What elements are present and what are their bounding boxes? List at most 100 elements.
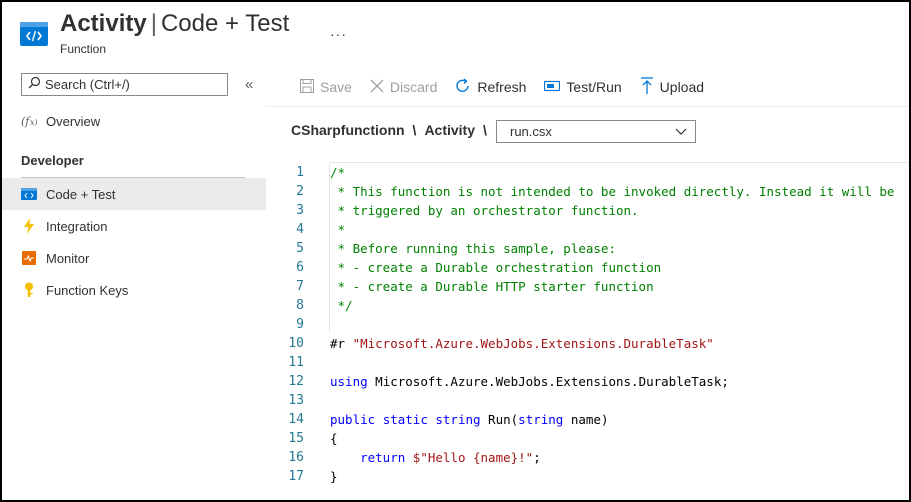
code-text: { (330, 431, 338, 446)
page-title-main: Activity (60, 10, 147, 37)
code-line[interactable]: 12 using Microsoft.Azure.WebJobs.Extensio… (266, 372, 911, 391)
line-number: 17 (288, 469, 304, 484)
code-text: return $"Hello {name}!"; (360, 450, 541, 465)
sidebar-item-label: Function Keys (46, 282, 129, 298)
upload-icon (640, 76, 660, 98)
breadcrumb-separator: \ (412, 122, 417, 138)
sidebar-item-integration[interactable]: Integration (0, 210, 266, 242)
code-line[interactable]: 5 * Before running this sample, please: (266, 239, 911, 258)
collapse-sidebar-button[interactable]: « (245, 76, 253, 93)
test-run-button[interactable]: Test/Run (544, 79, 622, 95)
code-text: #r "Microsoft.Azure.WebJobs.Extensions.D… (330, 336, 714, 351)
function-app-icon (20, 22, 48, 46)
code-line[interactable]: 15 { (266, 429, 911, 448)
code-line[interactable]: 10 #r "Microsoft.Azure.WebJobs.Extensions… (266, 334, 911, 353)
code-line[interactable]: 6 * - create a Durable orchestration fun… (266, 258, 911, 277)
chevron-down-icon (675, 124, 695, 139)
lightning-icon (21, 218, 37, 234)
breadcrumb: CSharpfunctionn \ Activity \ (291, 122, 495, 138)
line-number: 8 (296, 298, 304, 313)
line-number: 4 (296, 222, 304, 237)
code-text: public static string Run(string name) (330, 412, 609, 427)
line-number: 10 (288, 336, 304, 351)
line-number: 9 (296, 317, 304, 332)
code-text: * - create a Durable HTTP starter functi… (330, 279, 654, 294)
code-text: /* (330, 165, 346, 180)
refresh-button[interactable]: Refresh (455, 77, 527, 97)
line-number: 13 (288, 393, 304, 408)
code-text: * Before running this sample, please: (330, 241, 616, 256)
line-number: 14 (288, 412, 304, 427)
more-options-button[interactable]: ··· (330, 26, 347, 42)
line-number: 16 (288, 450, 304, 465)
discard-button[interactable]: Discard (370, 79, 437, 96)
file-dropdown[interactable]: run.csx (496, 120, 696, 143)
line-number: 7 (296, 279, 304, 294)
close-icon (370, 79, 390, 96)
discard-label: Discard (389, 79, 438, 95)
line-number: 6 (296, 260, 304, 275)
code-text: */ (330, 298, 353, 313)
line-number: 3 (296, 203, 304, 218)
upload-label: Upload (659, 79, 705, 95)
code-line[interactable]: 11 (266, 353, 911, 372)
line-number: 12 (288, 374, 304, 389)
toolbar-divider (266, 106, 911, 107)
code-line[interactable]: 13 (266, 391, 911, 410)
code-icon (21, 186, 37, 202)
code-line[interactable]: 14 public static string Run(string name) (266, 410, 911, 429)
file-dropdown-value: run.csx (510, 124, 552, 139)
breadcrumb-function[interactable]: Activity (424, 122, 475, 138)
search-icon (22, 76, 41, 94)
test-run-icon (544, 79, 566, 95)
page-title: Activity | Code + Test (60, 10, 289, 38)
code-line[interactable]: 1 /* (266, 163, 911, 182)
line-number: 2 (296, 184, 304, 199)
code-text: * (330, 222, 346, 237)
sidebar-item-label: Monitor (46, 250, 90, 266)
save-icon (300, 78, 320, 96)
code-text: * This function is not intended to be in… (330, 184, 895, 199)
refresh-icon (455, 77, 477, 97)
line-number: 5 (296, 241, 304, 256)
page-title-sub: Code + Test (160, 10, 290, 37)
function-overview-icon: (f x) (21, 113, 37, 129)
key-icon (21, 282, 37, 298)
upload-button[interactable]: Upload (640, 76, 705, 98)
breadcrumb-separator: \ (483, 122, 487, 138)
code-line[interactable]: 9 (266, 315, 911, 334)
code-text: * triggered by an orchestrator function. (330, 203, 639, 218)
sidebar-item-label: Code + Test (46, 186, 116, 202)
line-number: 15 (288, 431, 304, 446)
sidebar-item-function-keys[interactable]: Function Keys (0, 274, 266, 306)
code-line[interactable]: 3 * triggered by an orchestrator functio… (266, 201, 911, 220)
sidebar-item-label: Overview (46, 113, 101, 129)
code-line[interactable]: 2 * This function is not intended to be … (266, 182, 911, 201)
command-toolbar: Save Discard Refresh Test/Run Upload (300, 76, 722, 98)
test-run-label: Test/Run (566, 79, 622, 95)
code-text: * - create a Durable orchestration funct… (330, 260, 662, 275)
sidebar-section-developer: Developer (21, 153, 84, 168)
code-text: using Microsoft.Azure.WebJobs.Extensions… (330, 374, 729, 389)
refresh-label: Refresh (477, 79, 527, 95)
line-number: 11 (288, 355, 304, 370)
line-number: 1 (296, 165, 304, 180)
save-button[interactable]: Save (300, 78, 352, 96)
code-text: } (330, 469, 338, 484)
breadcrumb-app[interactable]: CSharpfunctionn (291, 122, 405, 138)
sidebar-search[interactable] (21, 73, 228, 96)
code-line[interactable]: 7 * - create a Durable HTTP starter func… (266, 277, 911, 296)
sidebar-item-label: Integration (46, 218, 108, 234)
code-line[interactable]: 8 */ (266, 296, 911, 315)
title-separator: | (150, 10, 157, 37)
code-line[interactable]: 4 * (266, 220, 911, 239)
code-line[interactable]: 16 return $"Hello {name}!"; (266, 448, 911, 467)
search-input[interactable] (45, 77, 215, 92)
code-line[interactable]: 17} (266, 467, 911, 486)
save-label: Save (320, 79, 352, 95)
page-subtitle: Function (60, 42, 107, 56)
sidebar-item-monitor[interactable]: Monitor (0, 242, 266, 274)
sidebar-item-code-test[interactable]: Code + Test (0, 178, 266, 210)
monitor-icon (21, 250, 37, 266)
sidebar-item-overview[interactable]: (f x) Overview (0, 105, 266, 137)
